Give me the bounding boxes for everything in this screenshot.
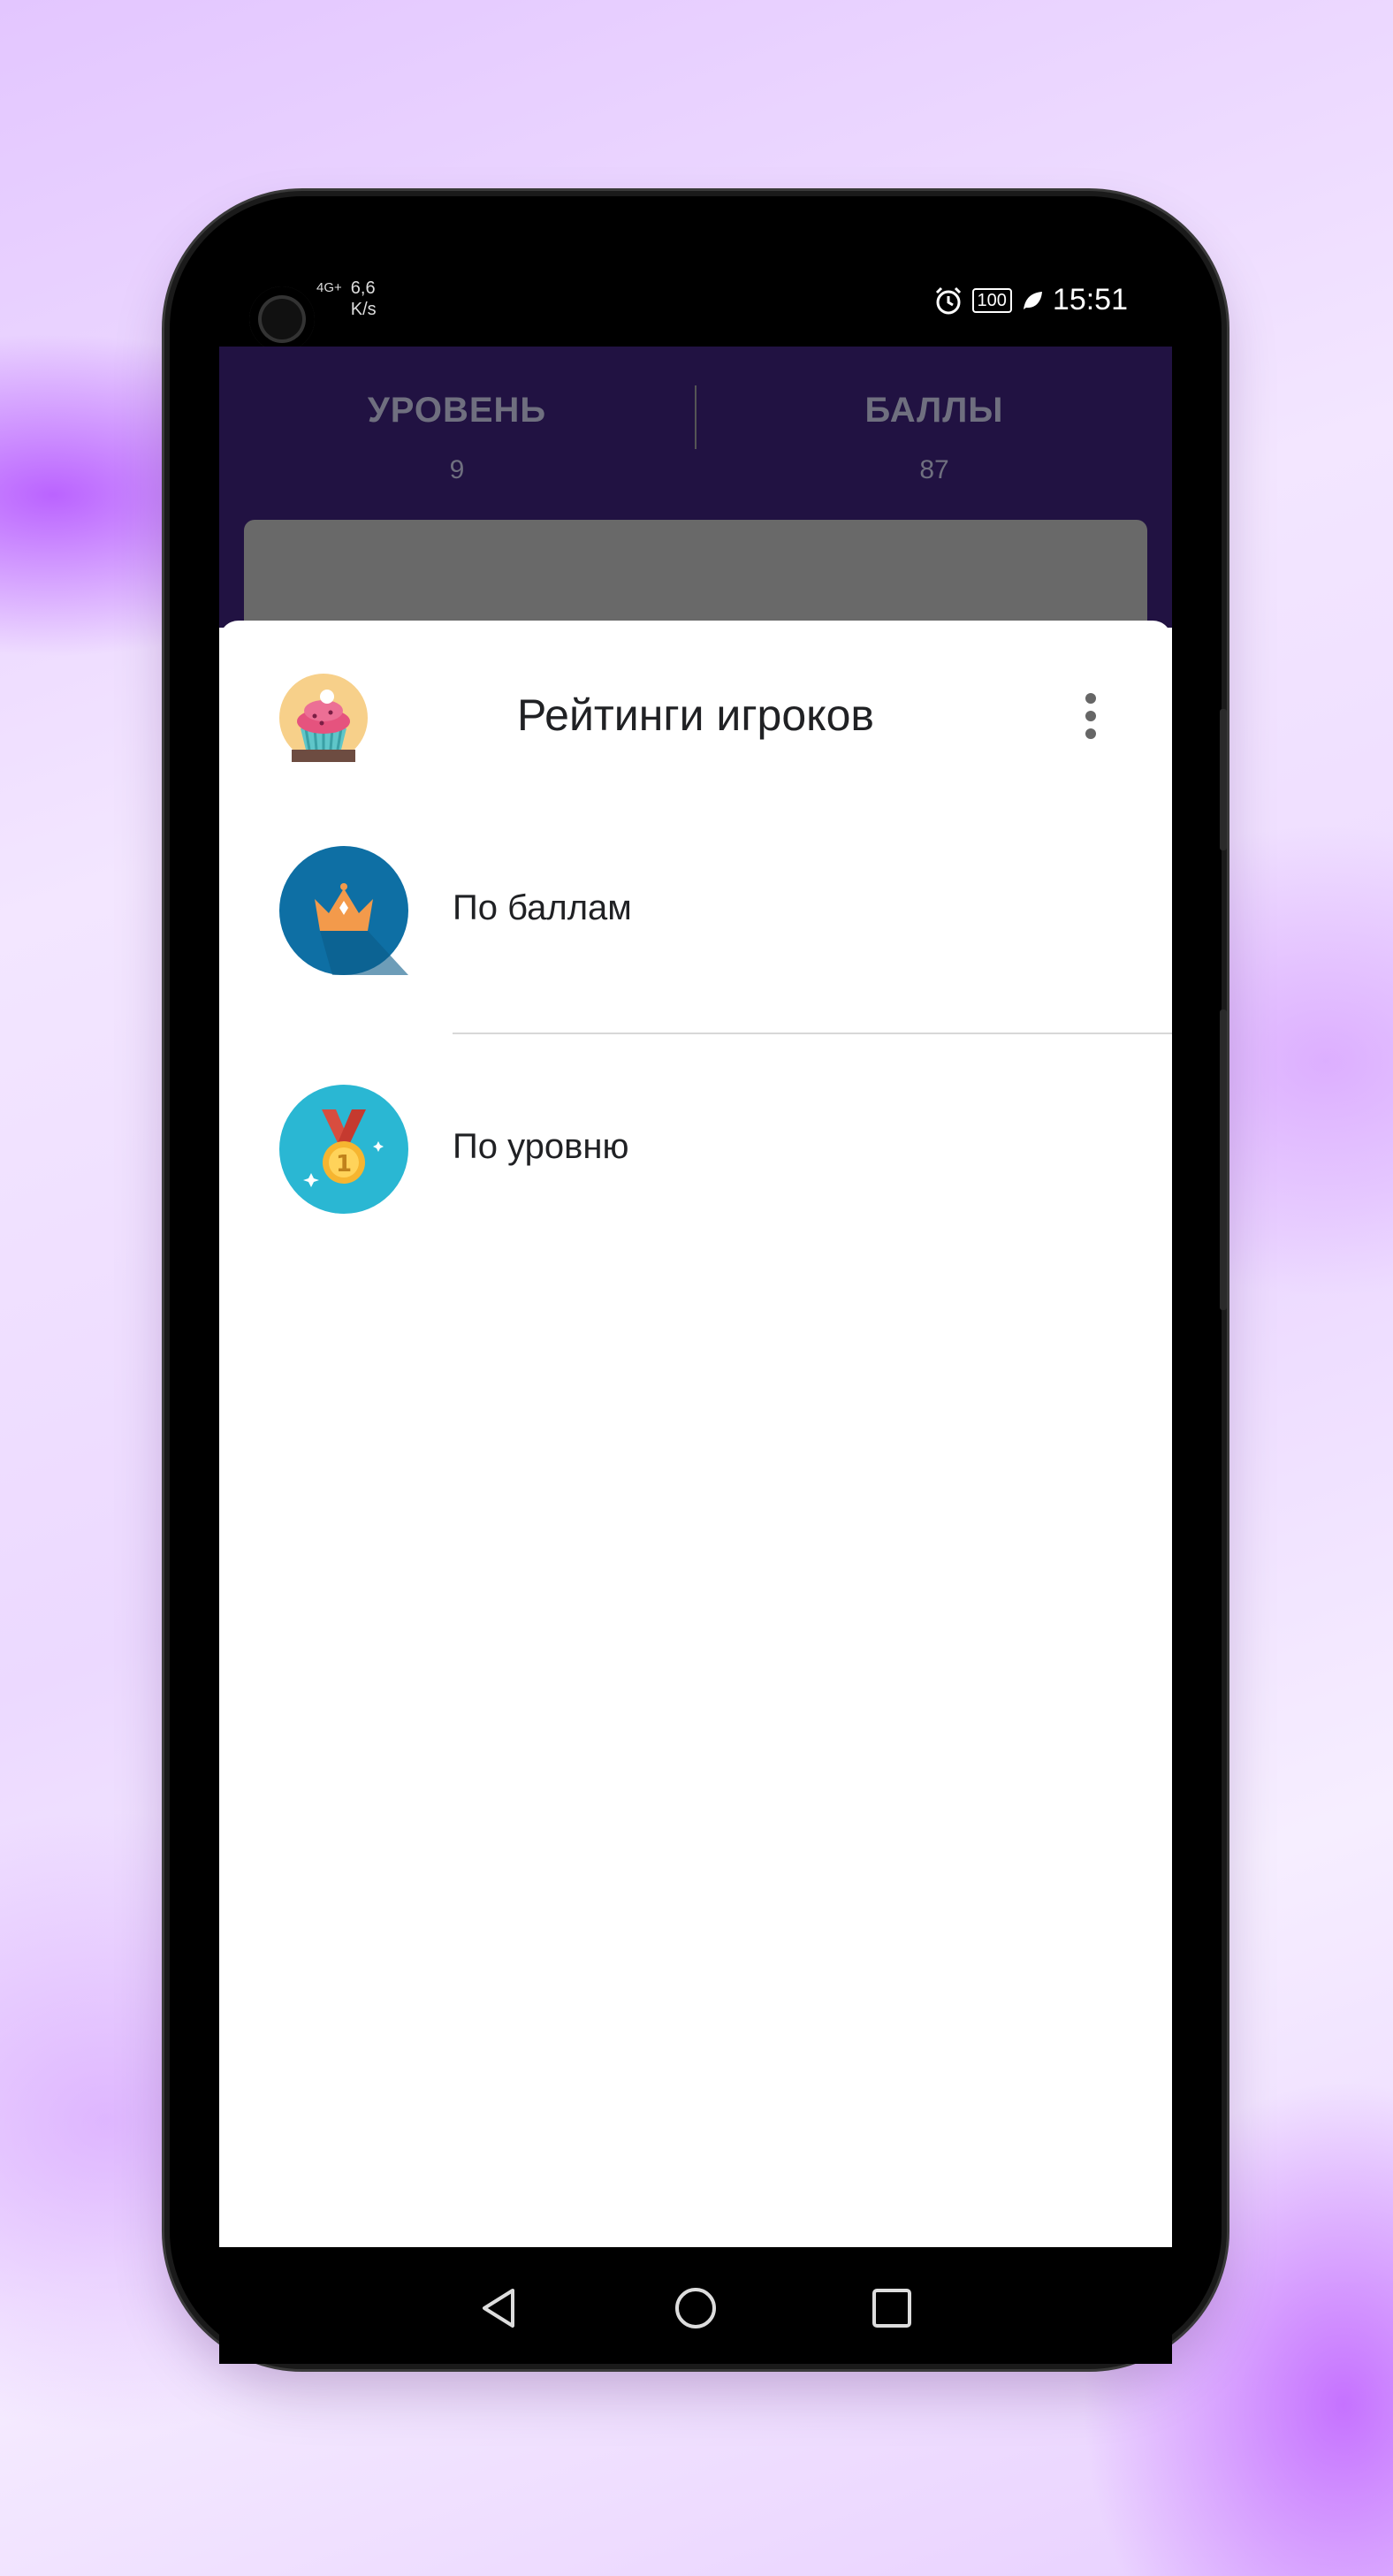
battery-icon: 100 [971,287,1012,313]
home-icon[interactable] [674,2286,718,2330]
status-bar: 4G+ 6,6 K/s 100 15:51 [219,256,1172,352]
leaf-icon [1023,291,1042,309]
front-camera [249,286,315,352]
clock: 15:51 [1052,283,1128,316]
network-speed-unit: K/s [350,300,377,319]
leaderboard-label-level: По уровню [453,1127,629,1166]
crown-icon [279,846,408,975]
level-value: 9 [449,455,465,484]
level-label: УРОВЕНЬ [367,391,547,430]
leaderboard-label-score: По баллам [453,888,632,927]
svg-text:1: 1 [336,1151,352,1177]
score-block: БАЛЛЫ 87 [696,391,1172,485]
screen: 4G+ 6,6 K/s 100 15:51 УРОВЕНЬ 9 БАЛЛЫ 87… [219,256,1172,2247]
sheet-header: Рейтинги игроков [219,621,1172,815]
medal-icon: 1 [279,1085,408,1214]
leaderboard-item-score[interactable]: По баллам [219,797,1172,992]
game-header: УРОВЕНЬ 9 БАЛЛЫ 87 [219,347,1172,697]
volume-button [1220,1010,1227,1310]
back-icon[interactable] [477,2286,521,2330]
alarm-icon [935,286,961,314]
leaderboards-sheet: Рейтинги игроков По баллам 1 По уровню [219,621,1172,2247]
score-value: 87 [919,455,949,484]
score-label: БАЛЛЫ [864,391,1004,430]
network-speed: 6,6 [350,278,376,298]
power-button [1220,709,1227,850]
more-vert-icon[interactable] [1082,693,1100,746]
status-left: 4G+ 6,6 K/s [316,278,377,320]
network-type: 4G+ [316,280,342,295]
phone-frame: 4G+ 6,6 K/s 100 15:51 УРОВЕНЬ 9 БАЛЛЫ 87… [170,196,1227,2364]
sheet-title: Рейтинги игроков [517,690,874,740]
navigation-bar [219,2247,1172,2364]
leaderboard-item-level[interactable]: 1 По уровню [219,1033,1172,1231]
list-divider [453,1033,1172,1034]
status-right: 100 15:51 [933,283,1128,317]
level-block: УРОВЕНЬ 9 [219,391,695,485]
recents-icon[interactable] [870,2286,914,2330]
